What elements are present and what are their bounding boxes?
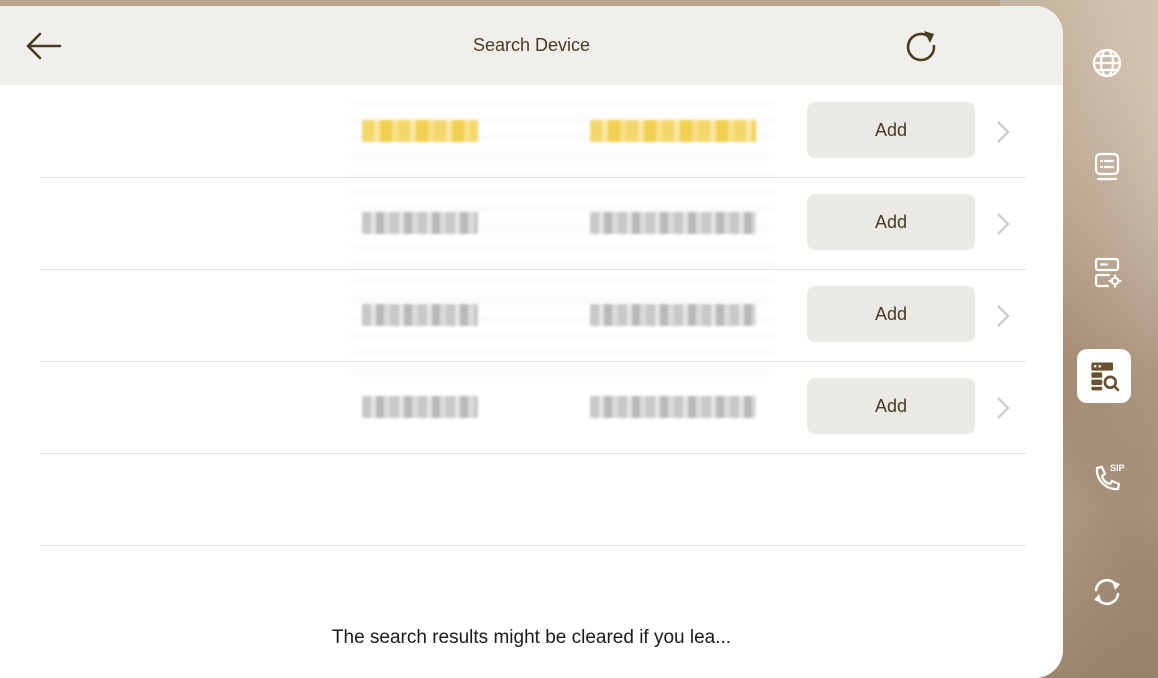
top-bar: Search Device — [0, 6, 1063, 85]
device-search-icon — [1091, 362, 1120, 392]
add-button[interactable]: Add — [807, 286, 975, 342]
empty-row — [40, 453, 1026, 546]
device-address-redacted — [590, 304, 756, 326]
chevron-right-icon[interactable] — [993, 210, 1013, 238]
sidebar-item-sync[interactable] — [1078, 563, 1136, 621]
refresh-icon — [906, 31, 936, 62]
sidebar-item-network[interactable] — [1078, 34, 1136, 92]
globe-icon — [1092, 48, 1122, 78]
sync-icon — [1094, 578, 1120, 606]
device-name-redacted — [362, 212, 478, 234]
device-name-redacted — [362, 396, 478, 418]
device-settings-icon — [1094, 257, 1122, 288]
device-row: Add — [40, 269, 1026, 362]
device-name-redacted — [362, 304, 478, 326]
refresh-button[interactable] — [898, 24, 946, 72]
sidebar-item-list[interactable] — [1078, 137, 1136, 195]
search-results-notice: The search results might be cleared if y… — [331, 627, 732, 648]
chevron-right-icon[interactable] — [993, 394, 1013, 422]
device-name-redacted — [362, 120, 478, 142]
list-icon — [1094, 152, 1120, 181]
main-panel: Search Device Add Add Add Add The search — [0, 6, 1063, 678]
add-button[interactable]: Add — [807, 102, 975, 158]
device-row: Add — [40, 177, 1026, 270]
device-address-redacted — [590, 396, 756, 418]
device-row: Add — [40, 361, 1026, 454]
add-button[interactable]: Add — [807, 378, 975, 434]
device-row: Add — [40, 85, 1026, 178]
sip-label: SIP — [1110, 463, 1125, 473]
device-address-redacted — [590, 212, 756, 234]
add-button[interactable]: Add — [807, 194, 975, 250]
chevron-right-icon[interactable] — [993, 118, 1013, 146]
sidebar-item-device-settings[interactable] — [1078, 243, 1136, 301]
device-address-redacted — [590, 120, 756, 142]
sip-phone-icon: SIP — [1095, 463, 1125, 491]
sidebar-item-device-search[interactable] — [1077, 349, 1131, 403]
sidebar-item-sip[interactable]: SIP — [1078, 451, 1136, 509]
chevron-right-icon[interactable] — [993, 302, 1013, 330]
sidebar-nav: SIP — [1060, 0, 1152, 678]
